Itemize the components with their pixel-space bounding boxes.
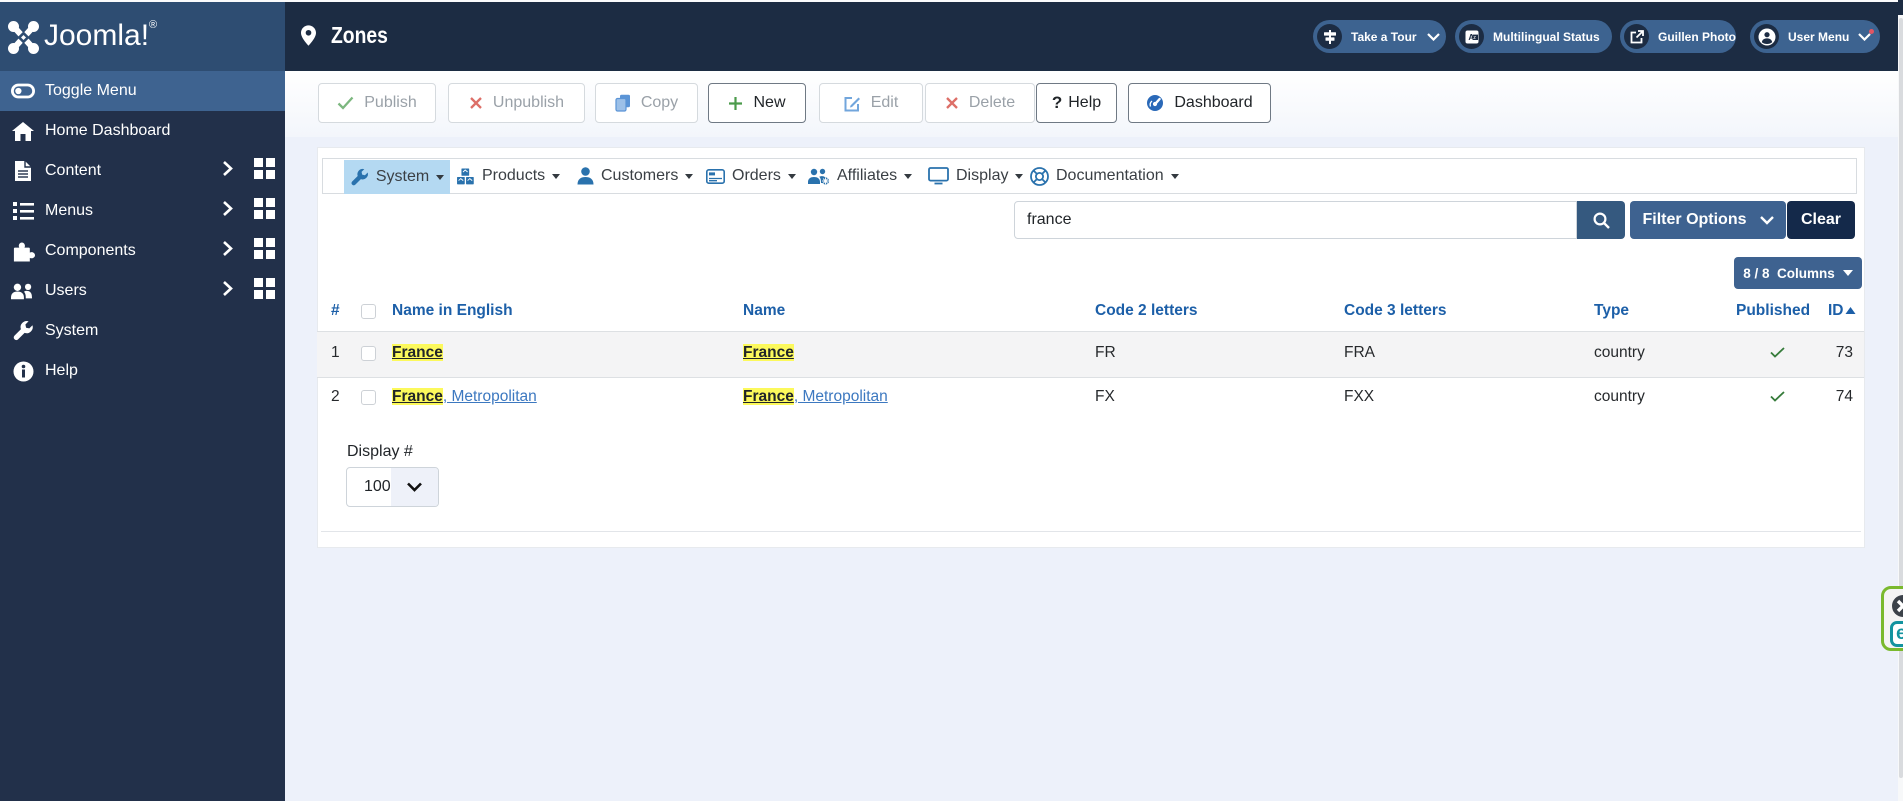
svg-text:z: z (1473, 35, 1476, 41)
